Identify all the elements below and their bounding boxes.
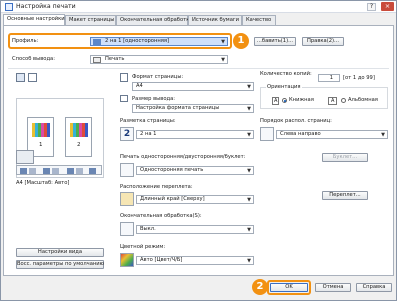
page-order-value: Слева направо — [280, 131, 321, 137]
layout-value: 2 на 1 — [140, 131, 157, 137]
color-bars-icon — [70, 123, 88, 137]
preview-page-number: 1 — [39, 142, 43, 148]
portrait-label: Книжная — [289, 97, 314, 103]
chevron-down-icon: ▼ — [247, 168, 251, 174]
orientation-label: Ориентация — [266, 84, 302, 90]
output-size-value: Настройка формата страницы — [136, 105, 220, 111]
landscape-radio[interactable] — [341, 98, 346, 103]
output-method-value: Печать — [105, 56, 125, 62]
duplex-value: Односторонняя печать — [140, 167, 204, 173]
ok-button[interactable]: OK — [270, 283, 308, 292]
copies-label: Количество копий: — [260, 71, 312, 77]
view-settings-button[interactable]: Настройки вида — [16, 248, 104, 257]
chevron-down-icon: ▼ — [247, 197, 251, 203]
restore-defaults-button[interactable]: Восс. параметры по умолчанию — [16, 260, 104, 269]
help-icon[interactable]: ? — [367, 3, 376, 11]
callout-1: 1 — [233, 33, 249, 49]
profile-value: 2 на 1 [односторонняя] — [105, 38, 170, 44]
tab-quality[interactable]: Качество — [242, 15, 276, 25]
landscape-label: Альбомная — [348, 97, 378, 103]
binding-value: Длинный край [Сверху] — [140, 196, 205, 202]
output-method-select[interactable]: Печать ▼ — [90, 55, 228, 64]
chevron-down-icon: ▼ — [247, 258, 251, 264]
profile-label: Профиль: — [12, 38, 39, 44]
portrait-icon: A — [272, 97, 280, 105]
chevron-down-icon: ▼ — [381, 132, 385, 138]
portrait-radio[interactable] — [282, 98, 287, 103]
title-bar: Настройка печати ? × — [1, 1, 396, 13]
finishing-icon — [120, 222, 134, 236]
printer-icon — [5, 3, 13, 11]
finishing-icons-strip — [16, 165, 102, 175]
layout-select[interactable]: 2 на 1 ▼ — [136, 130, 254, 139]
profile-select[interactable]: 2 на 1 [односторонняя] ▼ — [90, 37, 228, 46]
preview-page-number: 2 — [77, 142, 81, 148]
cancel-button[interactable]: Отмена — [315, 283, 351, 292]
chevron-down-icon: ▼ — [247, 106, 251, 112]
finishing-icons — [20, 168, 96, 174]
settings-panel: Профиль: 2 на 1 [односторонняя] ▼ 1 ...б… — [3, 25, 394, 276]
color-mode-value: Авто [Цвет/Ч/Б] — [140, 257, 183, 263]
duplex-select[interactable]: Односторонняя печать ▼ — [136, 166, 254, 175]
copies-spinner[interactable]: 1 — [318, 74, 340, 82]
duplex-label: Печать односторонняя/двусторонняя/буклет… — [120, 154, 246, 160]
page-format-icon — [120, 73, 128, 82]
finishing-select[interactable]: Выкл. ▼ — [136, 225, 254, 234]
output-size-label: Размер вывода: — [132, 96, 176, 102]
color-bars-icon — [32, 123, 50, 137]
chevron-down-icon: ▼ — [247, 132, 251, 138]
preview-status-text: A4 [Масштаб: Авто] — [16, 180, 70, 186]
tab-finishing[interactable]: Окончательная обработка — [116, 15, 193, 25]
preview-settings-icon[interactable] — [28, 73, 37, 82]
close-button[interactable]: × — [381, 2, 394, 11]
layout-label: Разметка страницы: — [120, 118, 176, 124]
color-mode-select[interactable]: Авто [Цвет/Ч/Б] ▼ — [136, 256, 254, 265]
tab-basic-settings[interactable]: Основные настройки — [3, 14, 65, 25]
binding-label: Расположение переплета: — [120, 184, 193, 190]
profile-icon — [93, 39, 101, 45]
booklet-button[interactable]: Буклет... — [322, 153, 368, 162]
print-icon — [93, 57, 101, 63]
chevron-down-icon: ▼ — [247, 84, 251, 90]
page-order-select[interactable]: Слева направо ▼ — [276, 130, 388, 139]
page-format-label: Формат страницы: — [132, 74, 184, 80]
page-order-label: Порядок распол. страниц: — [260, 118, 332, 124]
add-profile-button[interactable]: ...бавить(1)... — [254, 37, 296, 46]
page-format-select[interactable]: A4 ▼ — [132, 82, 254, 91]
tab-paper-source[interactable]: Источник бумаги — [188, 15, 242, 25]
binding-select[interactable]: Длинный край [Сверху] ▼ — [136, 195, 254, 204]
page-format-value: A4 — [136, 83, 143, 89]
tab-page-layout[interactable]: Макет страницы — [65, 15, 116, 25]
landscape-icon: A — [328, 97, 338, 105]
finishing-label: Окончательная обработка(S): — [120, 213, 202, 219]
binding-icon — [120, 192, 134, 206]
preview-page-right: 2 — [65, 117, 92, 157]
output-size-icon — [120, 95, 128, 102]
printer-icon — [16, 150, 34, 164]
separator — [8, 68, 389, 69]
output-method-label: Способ вывода: — [12, 56, 55, 62]
chevron-down-icon: ▼ — [221, 39, 225, 45]
color-mode-label: Цветной режим: — [120, 244, 166, 250]
copies-range: [от 1 до 99] — [343, 75, 375, 81]
layout-icon: 2 — [120, 127, 134, 141]
print-settings-dialog: Настройка печати ? × Основные настройки … — [0, 0, 397, 301]
output-size-select[interactable]: Настройка формата страницы ▼ — [132, 104, 254, 113]
finishing-value: Выкл. — [140, 226, 156, 232]
chevron-down-icon: ▼ — [221, 57, 225, 63]
callout-2: 2 — [252, 279, 268, 295]
preview-page-icon[interactable] — [16, 73, 25, 82]
duplex-icon — [120, 163, 134, 177]
copies-value: 1 — [329, 75, 333, 81]
window-title: Настройка печати — [16, 3, 76, 10]
color-mode-icon — [120, 253, 134, 267]
edit-profile-button[interactable]: Правка(2)... — [302, 37, 344, 46]
help-button[interactable]: Справка — [356, 283, 392, 292]
chevron-down-icon: ▼ — [247, 227, 251, 233]
binding-margin-button[interactable]: Переплет... — [322, 191, 368, 200]
page-order-icon — [260, 127, 274, 141]
